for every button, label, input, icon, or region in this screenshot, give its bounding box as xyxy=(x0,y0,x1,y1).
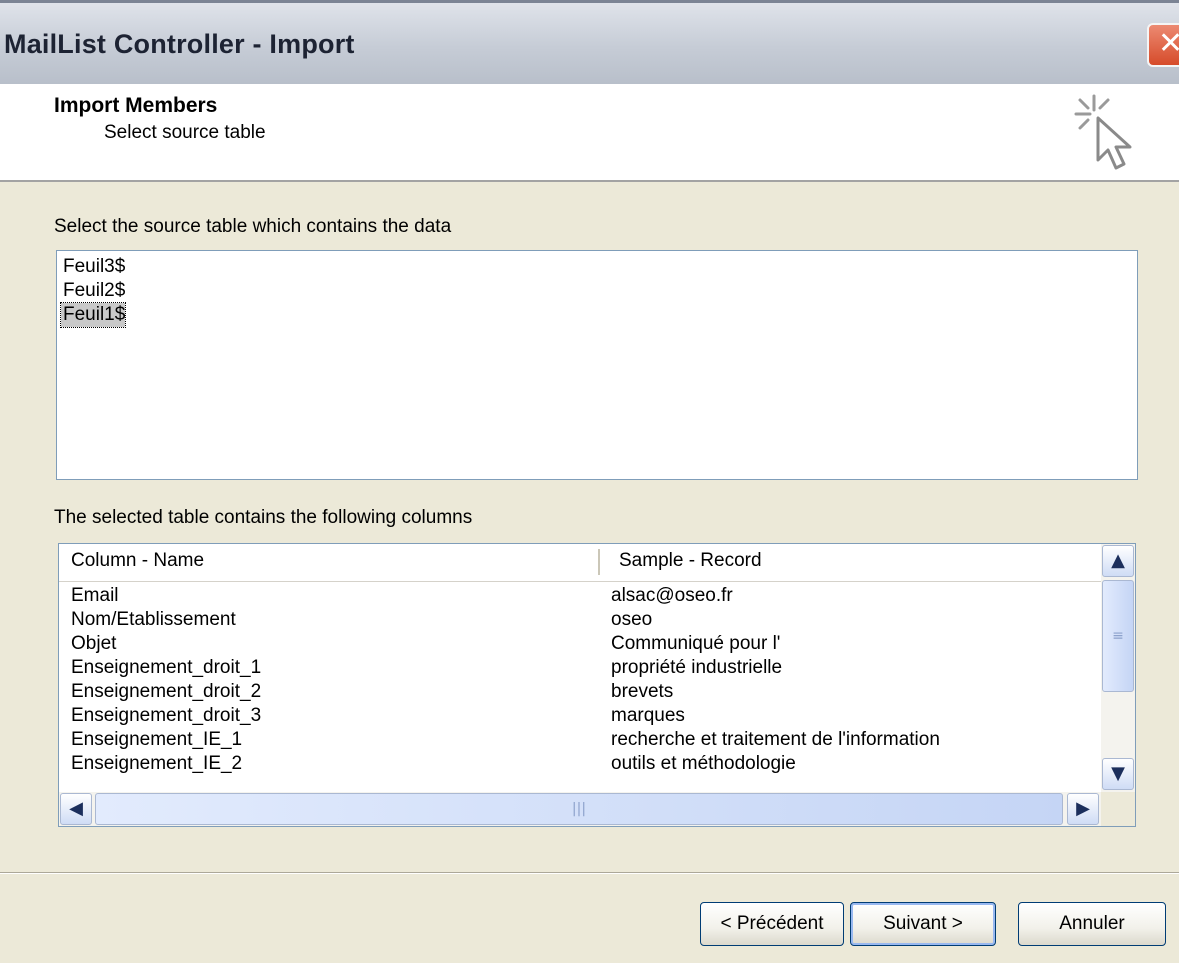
table-row[interactable]: Enseignement_IE_1 recherche et traitement… xyxy=(59,728,1101,752)
next-button-label: Suivant > xyxy=(883,913,963,934)
table-row[interactable]: Enseignement_IE_2 outils et méthodologie xyxy=(59,752,1101,776)
vertical-scrollbar[interactable]: ▲ ≡ ▼ xyxy=(1101,544,1135,792)
table-row[interactable]: Objet Communiqué pour l' xyxy=(59,632,1101,656)
scroll-thumb[interactable]: ||| xyxy=(95,793,1063,825)
column-name-cell: Objet xyxy=(71,633,117,654)
previous-button[interactable]: < Précédent xyxy=(700,902,844,946)
cancel-button-label: Annuler xyxy=(1059,913,1125,934)
column-name-cell: Enseignement_droit_2 xyxy=(71,681,262,702)
table-row[interactable]: Email alsac@oseo.fr xyxy=(59,584,1101,608)
cancel-button[interactable]: Annuler xyxy=(1018,902,1166,946)
horizontal-scrollbar[interactable]: ◀ ||| ▶ xyxy=(59,792,1101,826)
source-table-list[interactable]: Feuil3$ Feuil2$ Feuil1$ xyxy=(56,250,1138,480)
close-button[interactable]: ✕ xyxy=(1147,23,1179,67)
column-name-cell: Enseignement_droit_3 xyxy=(71,705,262,726)
column-name-cell: Nom/Etablissement xyxy=(71,609,236,630)
import-dialog: MailList Controller - Import ✕ Import Me… xyxy=(0,0,1179,963)
title-bar: MailList Controller - Import ✕ xyxy=(0,0,1179,84)
arrow-down-icon[interactable]: ▼ xyxy=(1102,758,1134,790)
list-item[interactable]: Feuil3$ xyxy=(61,255,1133,279)
arrow-up-icon[interactable]: ▲ xyxy=(1102,545,1134,577)
table-row[interactable]: Enseignement_droit_3 marques xyxy=(59,704,1101,728)
columns-listview[interactable]: Column - Name Sample - Record Email alsac… xyxy=(58,543,1136,827)
column-header-name[interactable]: Column - Name xyxy=(71,550,204,572)
next-button[interactable]: Suivant > xyxy=(850,902,996,946)
column-name-cell: Enseignement_IE_1 xyxy=(71,729,243,750)
sample-record-cell: Communiqué pour l' xyxy=(611,633,781,654)
column-header-sample[interactable]: Sample - Record xyxy=(619,550,762,572)
table-row[interactable]: Enseignement_droit_2 brevets xyxy=(59,680,1101,704)
sample-record-cell: oseo xyxy=(611,609,653,630)
scrollbar-corner xyxy=(1101,792,1135,826)
scroll-thumb[interactable]: ≡ xyxy=(1102,580,1134,692)
source-table-label: Select the source table which contains t… xyxy=(54,216,452,237)
sample-record-cell: brevets xyxy=(611,681,674,702)
column-divider[interactable] xyxy=(598,549,600,575)
close-icon: ✕ xyxy=(1158,26,1179,61)
footer-divider xyxy=(0,872,1179,874)
columns-label: The selected table contains the followin… xyxy=(54,507,473,528)
cursor-sparkle-icon xyxy=(1074,94,1132,170)
list-item[interactable]: Feuil2$ xyxy=(61,279,1133,303)
sample-record-cell: alsac@oseo.fr xyxy=(611,585,733,606)
column-name-cell: Enseignement_IE_2 xyxy=(71,753,243,774)
arrow-left-icon[interactable]: ◀ xyxy=(60,793,92,825)
window-title: MailList Controller - Import xyxy=(4,29,355,59)
column-name-cell: Enseignement_droit_1 xyxy=(71,657,262,678)
table-row[interactable]: Enseignement_droit_1 propriété industriel… xyxy=(59,656,1101,680)
sample-record-cell: recherche et traitement de l'information xyxy=(611,729,940,750)
sample-record-cell: outils et méthodologie xyxy=(611,753,796,774)
list-item-selected[interactable]: Feuil1$ xyxy=(59,302,127,328)
page-subtitle: Select source table xyxy=(104,122,266,143)
sample-record-cell: propriété industrielle xyxy=(611,657,783,678)
page-title: Import Members xyxy=(54,94,218,117)
previous-button-label: < Précédent xyxy=(720,913,824,934)
sample-record-cell: marques xyxy=(611,705,685,726)
column-name-cell: Email xyxy=(71,585,119,606)
columns-rows: Email alsac@oseo.fr Nom/Etablissement oseo O… xyxy=(59,584,1101,792)
arrow-right-icon[interactable]: ▶ xyxy=(1067,793,1099,825)
column-headers: Column - Name Sample - Record xyxy=(59,544,1101,582)
table-row[interactable]: Nom/Etablissement oseo xyxy=(59,608,1101,632)
